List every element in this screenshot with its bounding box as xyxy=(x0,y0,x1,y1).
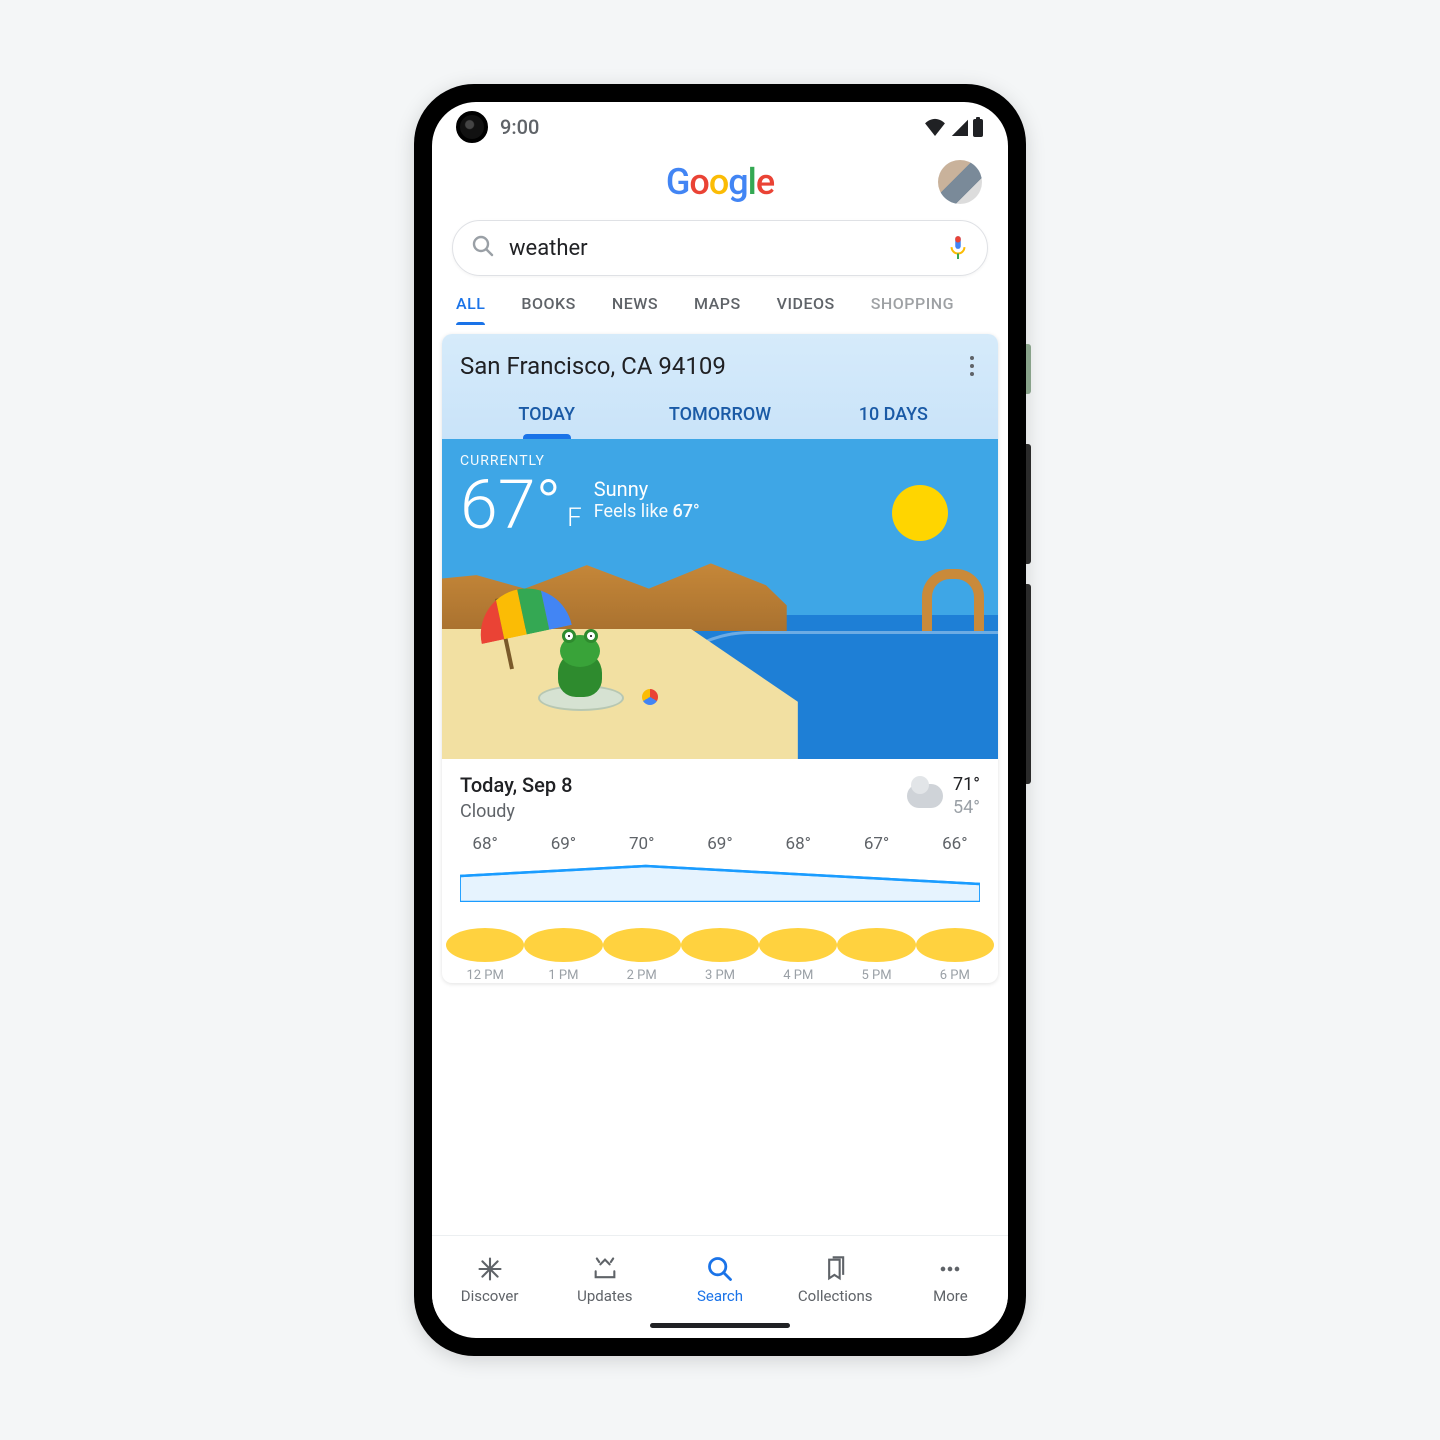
nav-label: Collections xyxy=(798,1287,873,1305)
current-condition: Sunny xyxy=(594,477,700,501)
hourly-time: 3 PM xyxy=(681,968,759,983)
search-icon xyxy=(471,234,495,262)
front-camera xyxy=(456,111,488,143)
sunny-icon xyxy=(603,928,681,962)
hourly-time: 4 PM xyxy=(759,968,837,983)
hourly-time: 2 PM xyxy=(603,968,681,983)
nav-updates[interactable]: Updates xyxy=(547,1255,662,1305)
battery-icon xyxy=(972,117,984,137)
hourly-condition-icons xyxy=(446,928,994,962)
currently-label: CURRENTLY xyxy=(460,453,700,469)
hourly-time: 1 PM xyxy=(524,968,602,983)
card-overflow-menu[interactable] xyxy=(964,350,980,382)
nav-label: Discover xyxy=(461,1287,519,1305)
home-indicator[interactable] xyxy=(650,1323,790,1328)
hourly-time: 5 PM xyxy=(837,968,915,983)
clock: 9:00 xyxy=(500,115,539,139)
hourly-temp: 70° xyxy=(603,834,681,854)
hourly-temp: 68° xyxy=(446,834,524,854)
today-date: Today, Sep 8 xyxy=(460,773,572,797)
hourly-time-labels: 12 PM 1 PM 2 PM 3 PM 4 PM 5 PM 6 PM xyxy=(446,968,994,983)
beachball-illustration xyxy=(642,689,658,705)
sunny-icon xyxy=(837,928,915,962)
results-scroll[interactable]: San Francisco, CA 94109 TODAY TOMORROW 1… xyxy=(432,328,1008,1235)
sunny-icon xyxy=(681,928,759,962)
profile-avatar[interactable] xyxy=(938,160,982,204)
tab-all[interactable]: ALL xyxy=(456,294,485,325)
search-bar[interactable]: weather xyxy=(452,220,988,276)
tab-videos[interactable]: VIDEOS xyxy=(777,294,835,325)
today-summary-row: Today, Sep 8 Cloudy 71° 54° xyxy=(442,759,998,826)
feels-like-prefix: Feels like xyxy=(594,501,673,522)
cloud-icon xyxy=(907,784,943,808)
frog-illustration xyxy=(538,685,624,711)
hourly-temp: 66° xyxy=(916,834,994,854)
sunny-icon xyxy=(446,928,524,962)
hourly-temp: 68° xyxy=(759,834,837,854)
search-input[interactable]: weather xyxy=(509,236,933,261)
voice-search-icon[interactable] xyxy=(947,234,969,262)
hourly-time: 6 PM xyxy=(916,968,994,983)
nav-collections[interactable]: Collections xyxy=(778,1255,893,1305)
hourly-time: 12 PM xyxy=(446,968,524,983)
today-high: 71° xyxy=(953,773,980,796)
nav-label: Search xyxy=(697,1287,743,1305)
phone-frame: 9:00 Google xyxy=(414,84,1026,1356)
nav-label: Updates xyxy=(577,1287,632,1305)
sunny-icon xyxy=(759,928,837,962)
volume-up-button[interactable] xyxy=(1026,444,1031,564)
sunny-icon xyxy=(916,928,994,962)
hourly-temp: 69° xyxy=(681,834,759,854)
today-low: 54° xyxy=(953,796,980,819)
sun-icon xyxy=(892,485,948,541)
cellular-signal-icon xyxy=(950,118,968,136)
search-category-tabs: ALL BOOKS NEWS MAPS VIDEOS SHOPPING xyxy=(432,286,1008,328)
tab-maps[interactable]: MAPS xyxy=(694,294,741,325)
hourly-forecast[interactable]: 68° 69° 70° 69° 68° 67° 66° xyxy=(442,826,998,983)
app-header: Google xyxy=(432,152,1008,212)
google-logo: Google xyxy=(666,161,774,203)
feels-like: Feels like 67° xyxy=(594,501,700,522)
umbrella-illustration xyxy=(476,597,514,669)
feels-like-value: 67° xyxy=(672,501,699,522)
nav-discover[interactable]: Discover xyxy=(432,1255,547,1305)
status-bar: 9:00 xyxy=(432,102,1008,152)
tab-shopping[interactable]: SHOPPING xyxy=(871,294,954,325)
nav-more[interactable]: More xyxy=(893,1255,1008,1305)
hourly-temp-labels: 68° 69° 70° 69° 68° 67° 66° xyxy=(446,834,994,854)
weather-hero: CURRENTLY 67° F Sunny Feels like 67° xyxy=(442,439,998,759)
tab-books[interactable]: BOOKS xyxy=(521,294,575,325)
weather-tab-10days[interactable]: 10 DAYS xyxy=(807,404,980,439)
sunny-icon xyxy=(524,928,602,962)
wifi-icon xyxy=(924,118,946,136)
current-temperature: 67° xyxy=(460,471,561,539)
weather-card: San Francisco, CA 94109 TODAY TOMORROW 1… xyxy=(442,334,998,983)
power-button[interactable] xyxy=(1026,344,1031,394)
weather-tab-today[interactable]: TODAY xyxy=(460,404,633,439)
hourly-sparkline xyxy=(460,856,980,902)
today-condition: Cloudy xyxy=(460,801,572,822)
nav-label: More xyxy=(933,1287,968,1305)
screen: 9:00 Google xyxy=(432,102,1008,1338)
tab-news[interactable]: NEWS xyxy=(612,294,658,325)
bottom-navigation: Discover Updates Search Collections More xyxy=(432,1235,1008,1323)
weather-tab-tomorrow[interactable]: TOMORROW xyxy=(633,404,806,439)
hourly-temp: 67° xyxy=(837,834,915,854)
temperature-unit: F xyxy=(567,503,582,533)
weather-range-tabs: TODAY TOMORROW 10 DAYS xyxy=(460,404,980,439)
hourly-temp: 69° xyxy=(524,834,602,854)
weather-location: San Francisco, CA 94109 xyxy=(460,352,726,380)
nav-search[interactable]: Search xyxy=(662,1255,777,1305)
volume-down-button[interactable] xyxy=(1026,584,1031,784)
